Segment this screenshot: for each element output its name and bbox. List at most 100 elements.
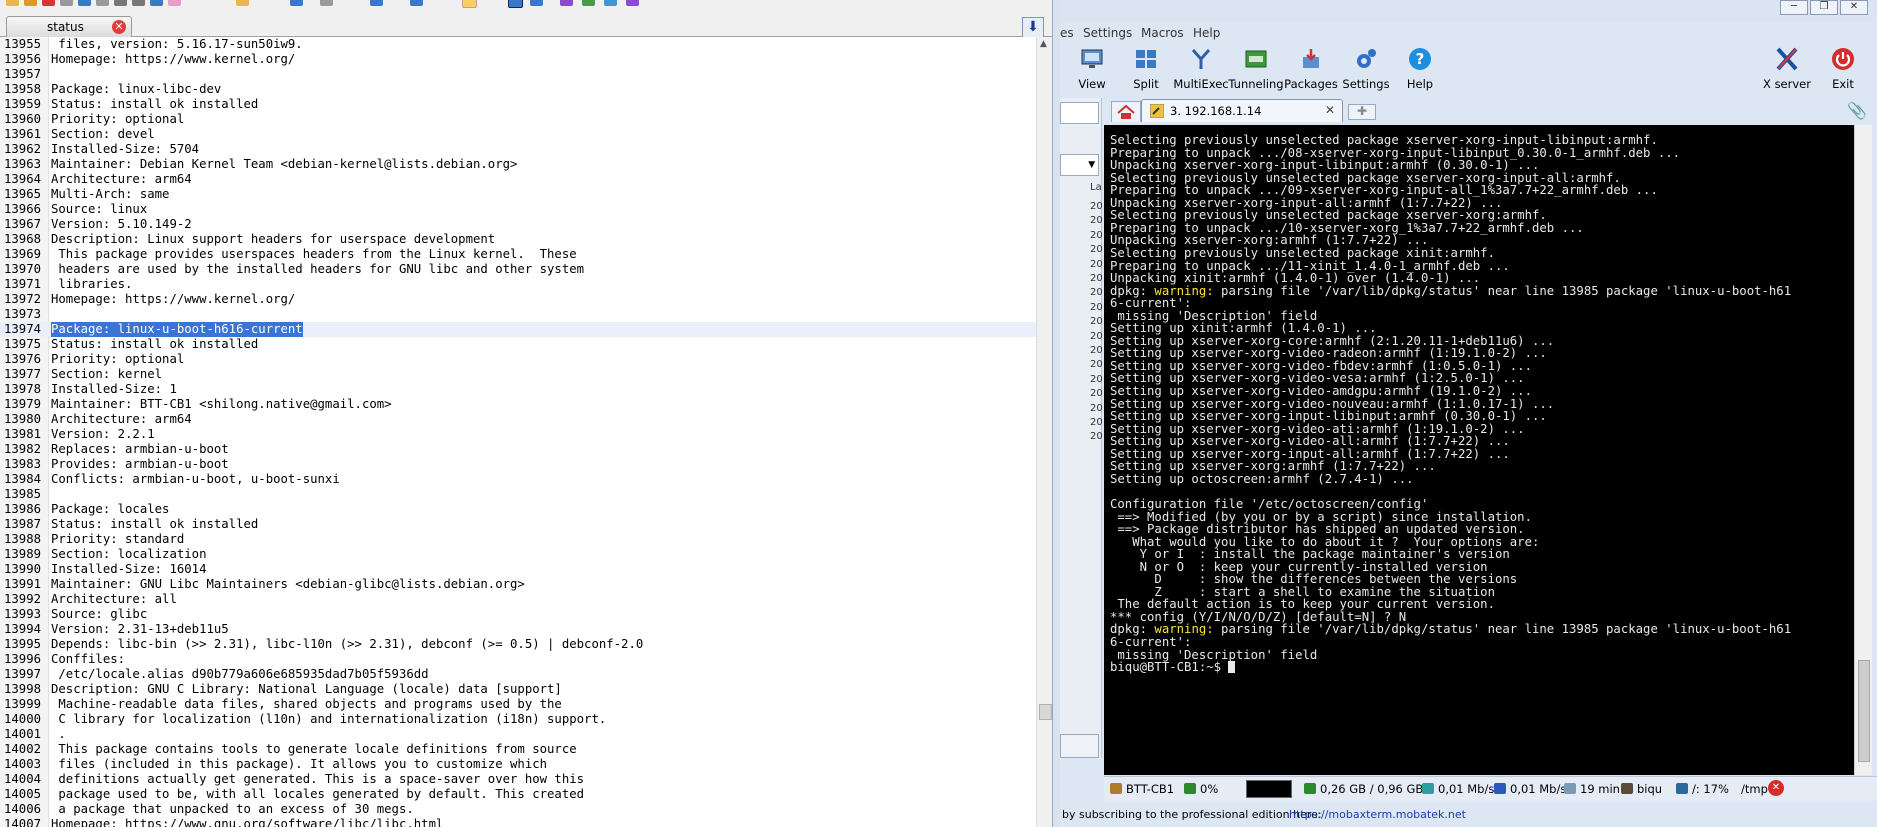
- new-tab-button[interactable]: ✚: [1348, 104, 1376, 120]
- paste-icon[interactable]: [132, 0, 145, 6]
- editor-line[interactable]: 13962 Installed-Size: 5704: [0, 142, 1036, 157]
- editor-line[interactable]: 13966 Source: linux: [0, 202, 1036, 217]
- editor-line[interactable]: 13983 Provides: armbian-u-boot: [0, 457, 1036, 472]
- scroll-up-icon[interactable]: ▲: [1040, 39, 1047, 49]
- editor-line[interactable]: 13976 Priority: optional: [0, 352, 1036, 367]
- sidebar-dropdown[interactable]: ▼: [1060, 154, 1099, 176]
- editor-line[interactable]: 13961 Section: devel: [0, 127, 1036, 142]
- editor-line[interactable]: 13984 Conflicts: armbian-u-boot, u-boot-s…: [0, 472, 1036, 487]
- indent-icon[interactable]: [508, 0, 523, 8]
- multiexec-button[interactable]: MultiExec: [1171, 44, 1231, 96]
- find-icon[interactable]: [236, 0, 249, 6]
- editor-line[interactable]: 13993 Source: glibc: [0, 607, 1036, 622]
- editor-line[interactable]: 13957: [0, 67, 1036, 82]
- editor-line[interactable]: 13980 Architecture: arm64: [0, 412, 1036, 427]
- editor-line[interactable]: 13955 files, version: 5.16.17-sun50iw9.: [0, 37, 1036, 52]
- editor-line[interactable]: 13997 /etc/locale.alias d90b779a606e6859…: [0, 667, 1036, 682]
- exit-button[interactable]: Exit: [1813, 44, 1873, 96]
- sidebar-row[interactable]: 20: [1090, 316, 1103, 327]
- editor-line[interactable]: 13970 headers are used by the installed …: [0, 262, 1036, 277]
- sidebar-row[interactable]: 20: [1090, 230, 1103, 241]
- sync-icon[interactable]: [370, 0, 383, 6]
- redo-icon[interactable]: [168, 0, 181, 6]
- wrap-icon[interactable]: [410, 0, 423, 6]
- menu-help[interactable]: Help: [1193, 26, 1220, 40]
- settings-button[interactable]: Settings: [1336, 44, 1396, 96]
- editor-line[interactable]: 13989 Section: localization: [0, 547, 1036, 562]
- split-button[interactable]: Split: [1116, 44, 1176, 96]
- scrollbar-thumb[interactable]: [1039, 704, 1052, 720]
- tunneling-button[interactable]: Tunneling: [1226, 44, 1286, 96]
- editor-line[interactable]: 13973: [0, 307, 1036, 322]
- home-tab[interactable]: [1111, 101, 1141, 122]
- editor-line[interactable]: 13974 Package: linux-u-boot-h616-current: [0, 322, 1036, 337]
- maximize-button[interactable]: ❐: [1810, 0, 1838, 15]
- cut-icon[interactable]: [96, 0, 109, 6]
- editor-line[interactable]: 13971 libraries.: [0, 277, 1036, 292]
- editor-line[interactable]: 13968 Description: Linux support headers …: [0, 232, 1036, 247]
- close-icon[interactable]: ✕: [1325, 103, 1335, 117]
- editor-line[interactable]: 13956 Homepage: https://www.kernel.org/: [0, 52, 1036, 67]
- editor-line[interactable]: 13990 Installed-Size: 16014: [0, 562, 1036, 577]
- editor-line[interactable]: 13985: [0, 487, 1036, 502]
- editor-line[interactable]: 13995 Depends: libc-bin (>> 2.31), libc-l…: [0, 637, 1036, 652]
- editor-line[interactable]: 13991 Maintainer: GNU Libc Maintainers <d…: [0, 577, 1036, 592]
- menu-macros[interactable]: Macros: [1141, 26, 1184, 40]
- open-file-icon[interactable]: [24, 0, 37, 6]
- sidebar-row[interactable]: 20: [1090, 302, 1103, 313]
- footer-link[interactable]: https://mobaxterm.mobatek.net: [1289, 808, 1466, 821]
- view-mode-icon[interactable]: [530, 0, 543, 6]
- editor-line[interactable]: 13975 Status: install ok installed: [0, 337, 1036, 352]
- packages-button[interactable]: Packages: [1281, 44, 1341, 96]
- menu-settings[interactable]: Settings: [1083, 26, 1132, 40]
- editor-line[interactable]: 13979 Maintainer: BTT-CB1 <shilong.native…: [0, 397, 1036, 412]
- editor-line[interactable]: 13958 Package: linux-libc-dev: [0, 82, 1036, 97]
- terminal-scrollbar[interactable]: [1854, 125, 1872, 775]
- undo-icon[interactable]: [150, 0, 163, 6]
- close-window-button[interactable]: ✕: [1840, 0, 1868, 15]
- tab-status[interactable]: status ✕: [6, 16, 132, 37]
- editor-line[interactable]: 13960 Priority: optional: [0, 112, 1036, 127]
- sidebar-row[interactable]: 20: [1090, 388, 1103, 399]
- new-file-icon[interactable]: [6, 0, 19, 6]
- editor-text-area[interactable]: 13955 files, version: 5.16.17-sun50iw9. 1…: [0, 37, 1036, 827]
- copy-icon[interactable]: [114, 0, 127, 6]
- editor-line[interactable]: 14000 C library for localization (l10n) …: [0, 712, 1036, 727]
- sidebar-row[interactable]: 20: [1090, 374, 1103, 385]
- macro-save-icon[interactable]: [604, 0, 617, 6]
- editor-vertical-scrollbar[interactable]: ▲: [1036, 37, 1052, 827]
- replace-icon[interactable]: [290, 0, 303, 6]
- editor-line[interactable]: 14002 This package contains tools to gen…: [0, 742, 1036, 757]
- editor-line[interactable]: 13977 Section: kernel: [0, 367, 1036, 382]
- editor-line[interactable]: 13967 Version: 5.10.149-2: [0, 217, 1036, 232]
- editor-line[interactable]: 13999 Machine-readable data files, share…: [0, 697, 1036, 712]
- sidebar-row[interactable]: 20: [1090, 359, 1103, 370]
- sidebar-row[interactable]: 20: [1090, 417, 1103, 428]
- editor-line[interactable]: 13988 Priority: standard: [0, 532, 1036, 547]
- editor-line[interactable]: 13969 This package provides userspaces h…: [0, 247, 1036, 262]
- terminal[interactable]: Selecting previously unselected package …: [1104, 125, 1854, 775]
- sidebar-row[interactable]: 20: [1090, 331, 1103, 342]
- scrollbar-thumb[interactable]: [1858, 660, 1870, 762]
- editor-line[interactable]: 13972 Homepage: https://www.kernel.org/: [0, 292, 1036, 307]
- highlight-icon[interactable]: [462, 0, 477, 8]
- save-icon[interactable]: [60, 0, 73, 6]
- sidebar-button[interactable]: [1060, 734, 1099, 758]
- sidebar-row[interactable]: 20: [1090, 431, 1103, 442]
- editor-line[interactable]: 14005 package used to be, with all local…: [0, 787, 1036, 802]
- menu-sessions[interactable]: es: [1060, 26, 1074, 40]
- sidebar-row[interactable]: 20: [1090, 201, 1103, 212]
- editor-line[interactable]: 14006 a package that unpacked to an exce…: [0, 802, 1036, 817]
- editor-line[interactable]: 13996 Conffiles:: [0, 652, 1036, 667]
- editor-line[interactable]: 14001 .: [0, 727, 1036, 742]
- tab-list-arrow-icon[interactable]: ⬇: [1022, 17, 1044, 39]
- plugin-icon[interactable]: [626, 0, 639, 6]
- editor-line[interactable]: 13998 Description: GNU C Library: Nationa…: [0, 682, 1036, 697]
- editor-line[interactable]: 13992 Architecture: all: [0, 592, 1036, 607]
- disconnect-icon[interactable]: ✕: [1768, 780, 1784, 796]
- editor-line[interactable]: 13959 Status: install ok installed: [0, 97, 1036, 112]
- sidebar-row[interactable]: 20: [1090, 215, 1103, 226]
- editor-line[interactable]: 13994 Version: 2.31-13+deb11u5: [0, 622, 1036, 637]
- minimize-button[interactable]: ─: [1780, 0, 1808, 15]
- editor-line[interactable]: 13986 Package: locales: [0, 502, 1036, 517]
